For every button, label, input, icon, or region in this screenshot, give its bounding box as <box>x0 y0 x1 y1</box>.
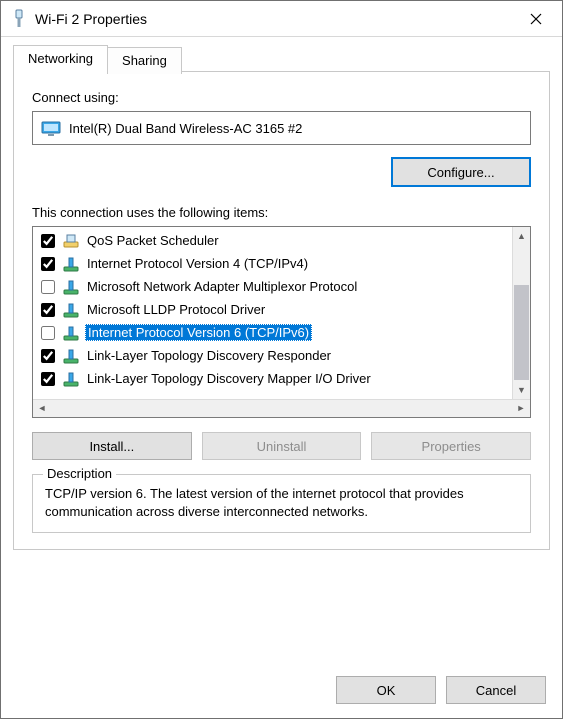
horizontal-scrollbar[interactable]: ◄ ► <box>33 399 530 417</box>
install-button[interactable]: Install... <box>32 432 192 460</box>
chevron-down-icon: ▼ <box>517 386 526 395</box>
list-item-checkbox[interactable] <box>41 234 55 248</box>
protocol-icon <box>63 325 79 341</box>
adapter-title-icon <box>11 9 27 29</box>
configure-button[interactable]: Configure... <box>391 157 531 187</box>
list-item[interactable]: Internet Protocol Version 4 (TCP/IPv4) <box>33 252 512 275</box>
scroll-up-button[interactable]: ▲ <box>513 227 530 245</box>
close-icon <box>530 13 542 25</box>
properties-dialog: Wi-Fi 2 Properties Networking Sharing Co… <box>0 0 563 719</box>
list-item-label: Link-Layer Topology Discovery Responder <box>85 348 333 363</box>
scroll-track-h[interactable] <box>51 400 512 417</box>
list-item[interactable]: Microsoft Network Adapter Multiplexor Pr… <box>33 275 512 298</box>
description-groupbox: Description TCP/IP version 6. The latest… <box>32 474 531 533</box>
tab-sharing[interactable]: Sharing <box>107 47 182 74</box>
install-button-label: Install... <box>89 439 134 454</box>
items-heading: This connection uses the following items… <box>32 205 531 220</box>
list-item-label: QoS Packet Scheduler <box>85 233 221 248</box>
description-text: TCP/IP version 6. The latest version of … <box>45 485 518 520</box>
cancel-button-label: Cancel <box>476 683 516 698</box>
list-item-checkbox[interactable] <box>41 280 55 294</box>
list-item[interactable]: Microsoft LLDP Protocol Driver <box>33 298 512 321</box>
list-item[interactable]: QoS Packet Scheduler <box>33 229 512 252</box>
window-title: Wi-Fi 2 Properties <box>35 11 514 27</box>
tab-networking-label: Networking <box>28 51 93 66</box>
chevron-left-icon: ◄ <box>38 404 47 413</box>
list-item-checkbox[interactable] <box>41 257 55 271</box>
cancel-button[interactable]: Cancel <box>446 676 546 704</box>
properties-button: Properties <box>371 432 531 460</box>
list-item-label: Internet Protocol Version 6 (TCP/IPv6) <box>85 324 312 341</box>
connect-using-label: Connect using: <box>32 90 531 105</box>
protocol-icon <box>63 256 79 272</box>
content-area: Networking Sharing Connect using: Intel(… <box>1 37 562 664</box>
dialog-button-bar: OK Cancel <box>1 664 562 718</box>
titlebar: Wi-Fi 2 Properties <box>1 1 562 37</box>
chevron-right-icon: ► <box>517 404 526 413</box>
close-button[interactable] <box>514 4 558 34</box>
uninstall-button: Uninstall <box>202 432 362 460</box>
list-item[interactable]: Link-Layer Topology Discovery Mapper I/O… <box>33 367 512 390</box>
vertical-scrollbar[interactable]: ▲ ▼ <box>512 227 530 399</box>
scroll-track-top[interactable] <box>513 245 530 284</box>
list-item-checkbox[interactable] <box>41 372 55 386</box>
adapter-display: Intel(R) Dual Band Wireless-AC 3165 #2 <box>32 111 531 145</box>
list-item[interactable]: Link-Layer Topology Discovery Responder <box>33 344 512 367</box>
list-item-label: Link-Layer Topology Discovery Mapper I/O… <box>85 371 373 386</box>
uninstall-button-label: Uninstall <box>257 439 307 454</box>
protocol-icon <box>63 302 79 318</box>
list-item-label: Microsoft LLDP Protocol Driver <box>85 302 267 317</box>
adapter-name: Intel(R) Dual Band Wireless-AC 3165 #2 <box>69 121 302 136</box>
scroll-right-button[interactable]: ► <box>512 400 530 417</box>
protocol-icon <box>63 279 79 295</box>
chevron-up-icon: ▲ <box>517 232 526 241</box>
scroll-thumb[interactable] <box>514 285 529 380</box>
list-item-checkbox[interactable] <box>41 326 55 340</box>
list-item-label: Internet Protocol Version 4 (TCP/IPv4) <box>85 256 310 271</box>
ok-button[interactable]: OK <box>336 676 436 704</box>
description-legend: Description <box>43 466 116 481</box>
tab-body-networking: Connect using: Intel(R) Dual Band Wirele… <box>13 71 550 550</box>
configure-button-label: Configure... <box>427 165 494 180</box>
protocol-icon <box>63 371 79 387</box>
list-item-checkbox[interactable] <box>41 303 55 317</box>
ok-button-label: OK <box>377 683 396 698</box>
qos-icon <box>63 233 79 249</box>
components-listbox[interactable]: QoS Packet Scheduler Internet Protocol Ve… <box>32 226 531 418</box>
list-item-checkbox[interactable] <box>41 349 55 363</box>
list-item[interactable]: Internet Protocol Version 6 (TCP/IPv6) <box>33 321 512 344</box>
monitor-icon <box>41 121 59 135</box>
scroll-down-button[interactable]: ▼ <box>513 381 530 399</box>
scroll-left-button[interactable]: ◄ <box>33 400 51 417</box>
list-item-label: Microsoft Network Adapter Multiplexor Pr… <box>85 279 359 294</box>
properties-button-label: Properties <box>422 439 481 454</box>
protocol-icon <box>63 348 79 364</box>
tab-sharing-label: Sharing <box>122 53 167 68</box>
tab-networking[interactable]: Networking <box>13 45 108 72</box>
tab-strip: Networking Sharing <box>13 45 550 72</box>
